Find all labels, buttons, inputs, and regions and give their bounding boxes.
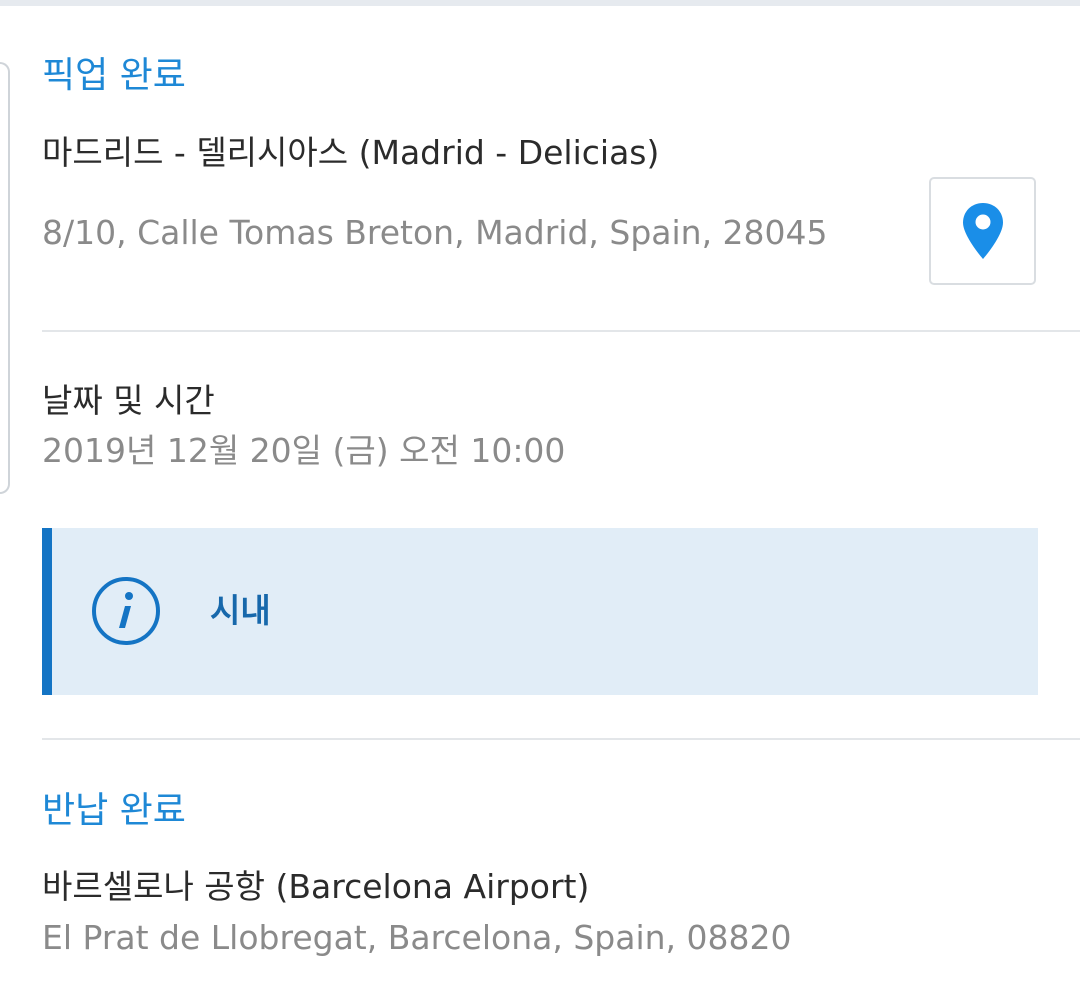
info-notice-text: 시내 xyxy=(210,591,271,630)
divider xyxy=(42,738,1080,740)
left-scroll-rail xyxy=(0,62,10,494)
pickup-address: 8/10, Calle Tomas Breton, Madrid, Spain,… xyxy=(42,213,828,252)
datetime-label: 날짜 및 시간 xyxy=(42,381,215,420)
return-title: 반납 완료 xyxy=(42,790,186,831)
info-icon xyxy=(92,577,160,645)
datetime-value: 2019년 12월 20일 (금) 오전 10:00 xyxy=(42,431,566,470)
top-strip xyxy=(0,0,1080,6)
pickup-title: 픽업 완료 xyxy=(42,55,186,96)
info-notice: 시내 xyxy=(42,528,1038,695)
info-accent-bar xyxy=(42,528,52,695)
divider xyxy=(42,330,1080,332)
return-location-name: 바르셀로나 공항 (Barcelona Airport) xyxy=(42,867,590,906)
pickup-location-name: 마드리드 - 델리시아스 (Madrid - Delicias) xyxy=(42,133,660,172)
return-address: El Prat de Llobregat, Barcelona, Spain, … xyxy=(42,918,792,957)
map-pin-icon xyxy=(962,203,1003,259)
pickup-map-button[interactable] xyxy=(929,177,1036,285)
